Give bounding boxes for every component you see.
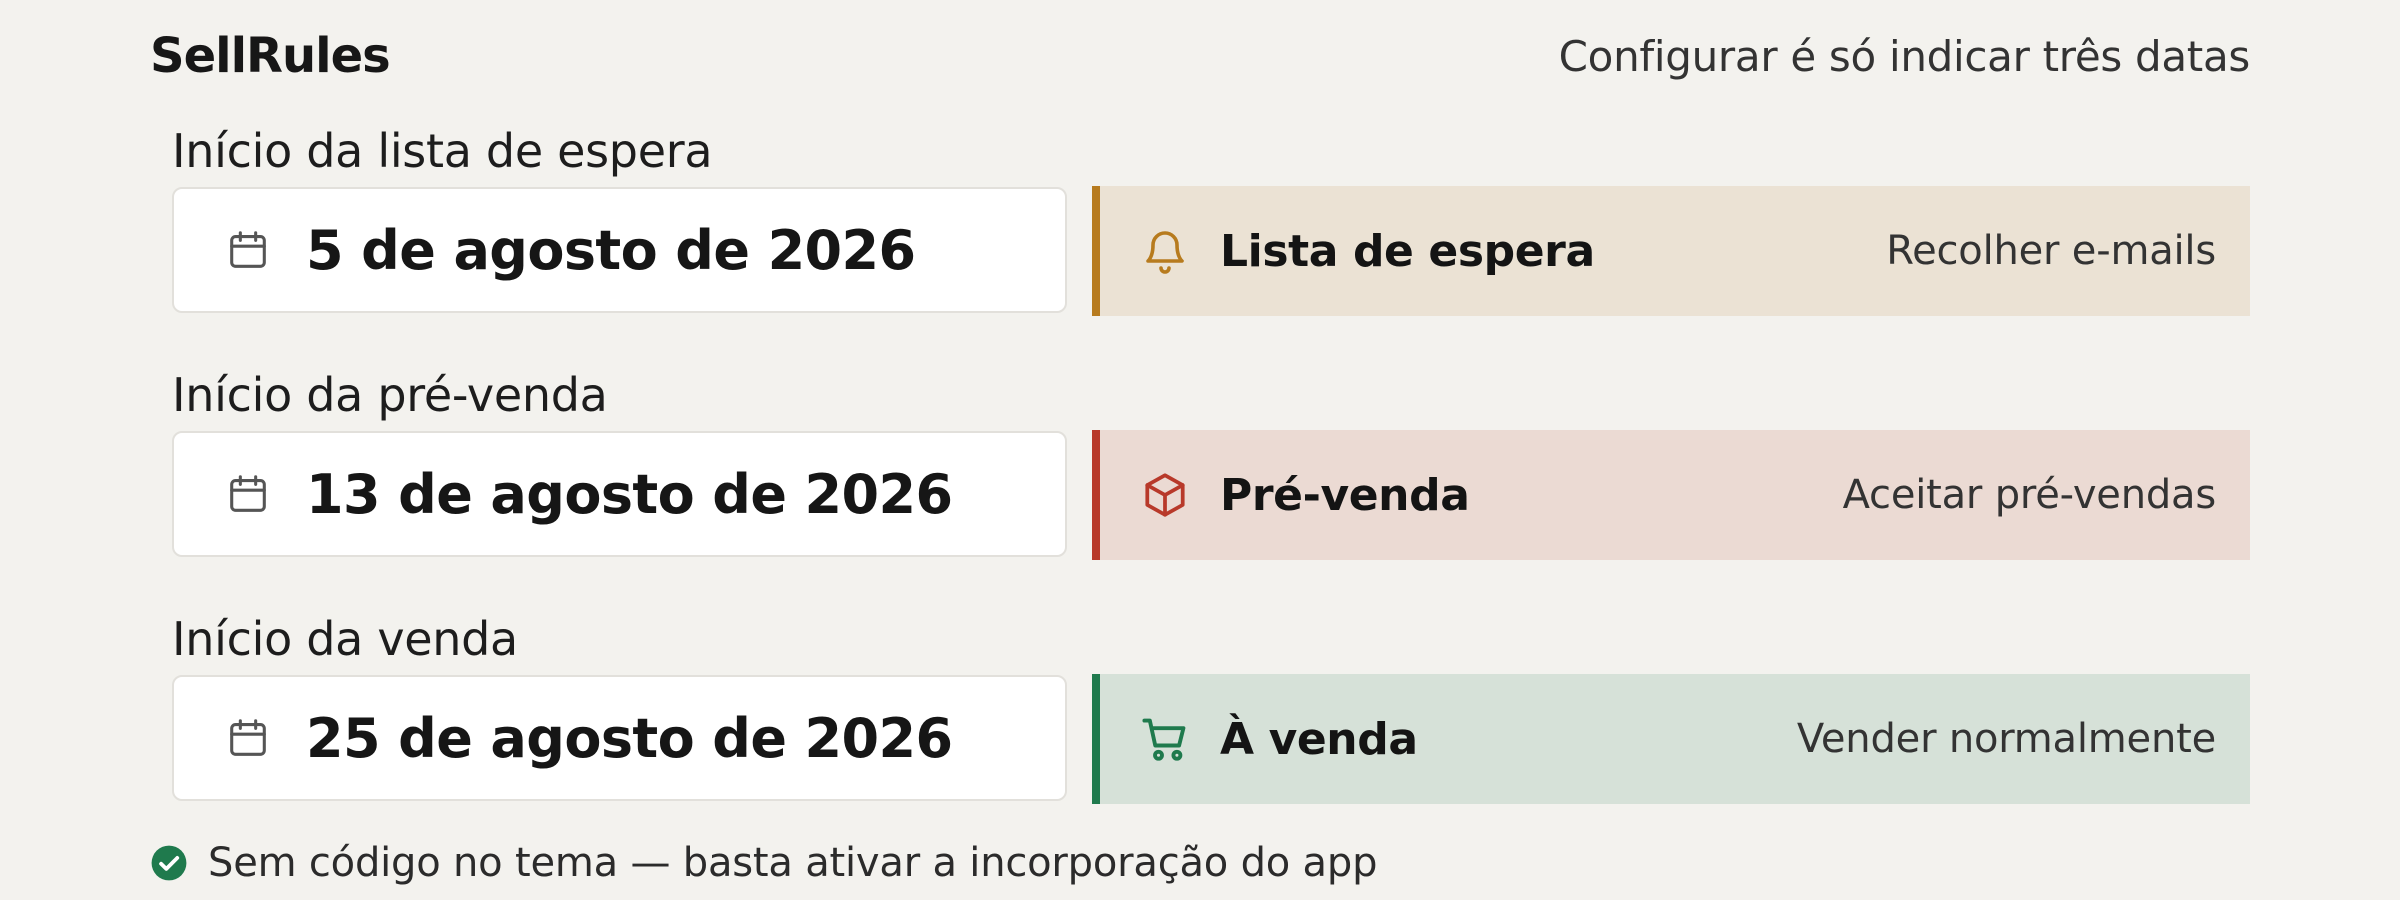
footer-text: Sem código no tema — basta ativar a inco… — [208, 840, 1378, 886]
status-waitlist-action: Recolher e-mails — [1886, 228, 2216, 274]
footer-note: Sem código no tema — basta ativar a inco… — [150, 840, 1377, 886]
waitlist-start-date-field[interactable]: 5 de agosto de 2026 — [172, 187, 1067, 313]
calendar-icon — [224, 226, 272, 274]
status-waitlist-title: Lista de espera — [1220, 225, 1595, 277]
box-icon — [1138, 468, 1192, 522]
status-presale: Pré-venda Aceitar pré-vendas — [1092, 430, 2250, 560]
status-presale-title: Pré-venda — [1220, 469, 1470, 521]
sale-start-date-value: 25 de agosto de 2026 — [306, 706, 953, 770]
bell-icon — [1138, 224, 1192, 278]
status-waitlist: Lista de espera Recolher e-mails — [1092, 186, 2250, 316]
status-presale-action: Aceitar pré-vendas — [1842, 472, 2217, 518]
header-tagline: Configurar é só indicar três datas — [1558, 32, 2251, 81]
status-on-sale: À venda Vender normalmente — [1092, 674, 2250, 804]
calendar-icon — [224, 714, 272, 762]
presale-start-date-value: 13 de agosto de 2026 — [306, 462, 953, 526]
sale-start-date-field[interactable]: 25 de agosto de 2026 — [172, 675, 1067, 801]
waitlist-start-date-value: 5 de agosto de 2026 — [306, 218, 916, 282]
waitlist-start-label: Início da lista de espera — [172, 124, 713, 178]
sale-start-label: Início da venda — [172, 612, 518, 666]
brand-logo: SellRules — [150, 28, 391, 84]
presale-start-label: Início da pré-venda — [172, 368, 608, 422]
presale-start-date-field[interactable]: 13 de agosto de 2026 — [172, 431, 1067, 557]
status-on-sale-action: Vender normalmente — [1796, 716, 2216, 762]
status-on-sale-title: À venda — [1220, 713, 1418, 765]
cart-icon — [1138, 712, 1192, 766]
calendar-icon — [224, 470, 272, 518]
check-circle-icon — [151, 845, 187, 881]
